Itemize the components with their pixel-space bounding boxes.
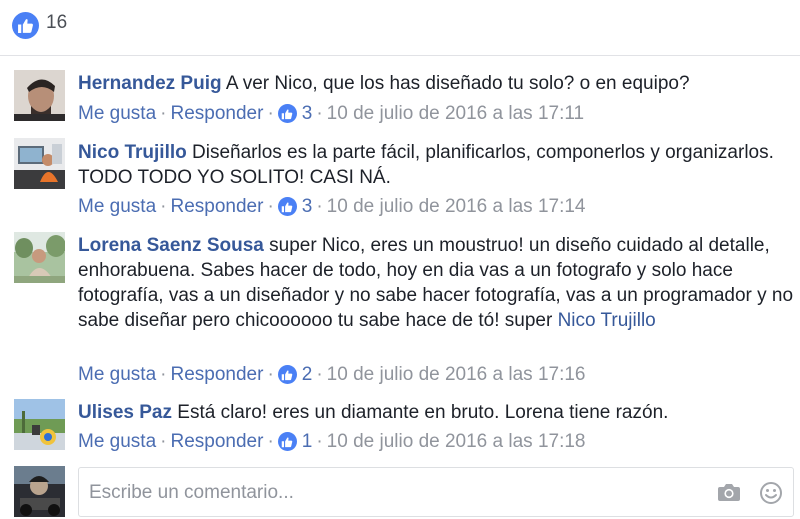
comment-author[interactable]: Nico Trujillo	[78, 142, 187, 163]
like-comment-button[interactable]: Me gusta	[78, 101, 156, 126]
separator: ·	[267, 196, 274, 217]
smiley-icon[interactable]	[759, 481, 783, 510]
thumbs-up-icon	[277, 104, 297, 123]
like-comment-button[interactable]: Me gusta	[78, 362, 156, 387]
like-comment-button[interactable]: Me gusta	[78, 194, 156, 219]
separator: ·	[267, 364, 274, 385]
reactions-summary[interactable]: 16	[0, 0, 800, 56]
separator: ·	[160, 103, 167, 124]
comment: Hernandez Puig A ver Nico, que los has d…	[0, 62, 800, 130]
comment-input[interactable]	[89, 480, 689, 506]
comment-text: Está claro! eres un diamante en bruto. L…	[177, 402, 669, 423]
reaction-count[interactable]: 2	[302, 362, 313, 387]
comment-actions: Me gusta · Responder · 3 · 10 de julio d…	[78, 194, 586, 219]
thumbs-up-icon	[12, 12, 39, 39]
thumbs-up-icon	[277, 432, 297, 451]
like-count[interactable]: 16	[46, 12, 67, 34]
separator: ·	[267, 103, 274, 124]
separator: ·	[160, 196, 167, 217]
reaction-count[interactable]: 3	[302, 194, 313, 219]
separator: ·	[316, 196, 323, 217]
reply-button[interactable]: Responder	[170, 429, 263, 454]
comment: Nico Trujillo Diseñarlos es la parte fác…	[0, 130, 800, 224]
comment-timestamp[interactable]: 10 de julio de 2016 a las 17:16	[327, 362, 586, 387]
reply-button[interactable]: Responder	[170, 194, 263, 219]
comment-body: Nico Trujillo Diseñarlos es la parte fác…	[78, 140, 794, 190]
avatar[interactable]	[14, 138, 65, 189]
comment-timestamp[interactable]: 10 de julio de 2016 a las 17:14	[327, 194, 586, 219]
comment-actions: Me gusta · Responder · 3 · 10 de julio d…	[78, 101, 584, 126]
comment-author[interactable]: Ulises Paz	[78, 402, 172, 423]
like-comment-button[interactable]: Me gusta	[78, 429, 156, 454]
thumbs-up-icon	[277, 197, 297, 216]
avatar[interactable]	[14, 466, 65, 517]
separator: ·	[160, 431, 167, 452]
separator: ·	[160, 364, 167, 385]
comment-author[interactable]: Hernandez Puig	[78, 73, 222, 94]
comment-author[interactable]: Lorena Saenz Sousa	[78, 235, 264, 256]
comment: Lorena Saenz Sousa super Nico, eres un m…	[0, 224, 800, 392]
reply-button[interactable]: Responder	[170, 101, 263, 126]
separator: ·	[316, 431, 323, 452]
comment-body: Ulises Paz Está claro! eres un diamante …	[78, 400, 794, 425]
avatar[interactable]	[14, 232, 65, 283]
camera-icon[interactable]	[717, 482, 741, 507]
comment-timestamp[interactable]: 10 de julio de 2016 a las 17:18	[327, 429, 586, 454]
separator: ·	[267, 431, 274, 452]
avatar[interactable]	[14, 70, 65, 121]
comment-composer	[0, 463, 800, 519]
user-mention-link[interactable]: Nico Trujillo	[558, 310, 656, 331]
reaction-count[interactable]: 1	[302, 429, 313, 454]
comment-actions: Me gusta · Responder · 1 · 10 de julio d…	[78, 429, 586, 454]
reply-button[interactable]: Responder	[170, 362, 263, 387]
comment-text: A ver Nico, que los has diseñado tu solo…	[225, 73, 690, 94]
thumbs-up-icon	[277, 365, 297, 384]
comment-input-box[interactable]	[78, 467, 794, 517]
avatar[interactable]	[14, 399, 65, 450]
comment-actions: Me gusta · Responder · 2 · 10 de julio d…	[78, 362, 586, 387]
comment-body: Lorena Saenz Sousa super Nico, eres un m…	[78, 233, 794, 333]
comment: Ulises Paz Está claro! eres un diamante …	[0, 392, 800, 460]
reaction-count[interactable]: 3	[302, 101, 313, 126]
separator: ·	[316, 103, 323, 124]
separator: ·	[316, 364, 323, 385]
comment-body: Hernandez Puig A ver Nico, que los has d…	[78, 71, 794, 96]
comment-timestamp[interactable]: 10 de julio de 2016 a las 17:11	[327, 101, 584, 126]
